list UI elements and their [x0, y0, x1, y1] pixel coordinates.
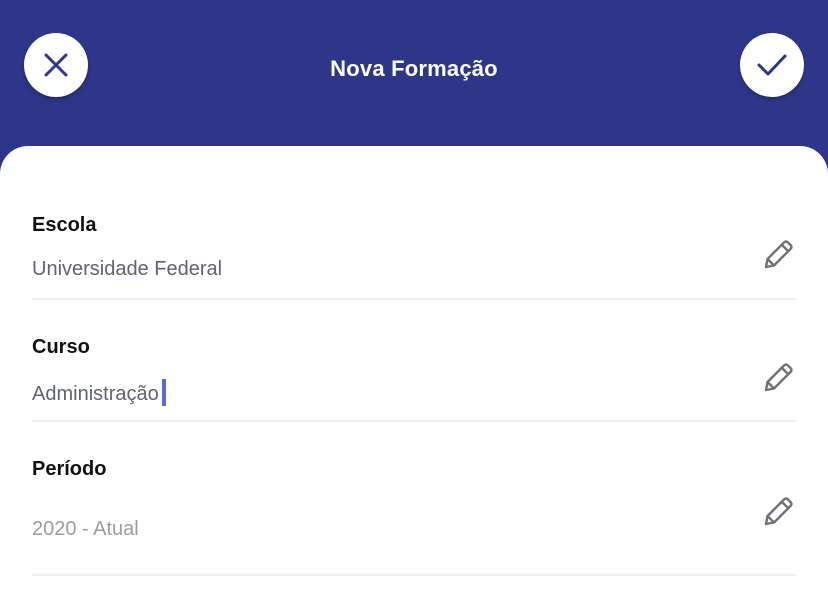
period-label: Período: [32, 458, 107, 480]
pencil-icon[interactable]: [758, 237, 796, 275]
school-label: Escola: [32, 214, 97, 236]
check-icon: [757, 54, 787, 76]
confirm-button[interactable]: [740, 33, 804, 97]
course-value: Administração: [32, 383, 159, 405]
app-header: Nova Formação: [0, 0, 828, 150]
pencil-icon[interactable]: [758, 360, 796, 398]
form-card: Escola Universidade Federal Curso Admini…: [0, 146, 828, 592]
course-field[interactable]: Curso Administração: [32, 300, 796, 422]
page-title: Nova Formação: [330, 56, 498, 81]
school-field[interactable]: Escola Universidade Federal: [32, 194, 796, 300]
school-value[interactable]: Universidade Federal: [32, 258, 222, 281]
period-value[interactable]: 2020 - Atual: [32, 518, 139, 541]
pencil-icon[interactable]: [758, 494, 796, 532]
period-field[interactable]: Período 2020 - Atual: [32, 422, 796, 576]
course-label: Curso: [32, 336, 90, 358]
text-cursor: [161, 379, 166, 406]
course-input[interactable]: Administração: [32, 379, 166, 406]
